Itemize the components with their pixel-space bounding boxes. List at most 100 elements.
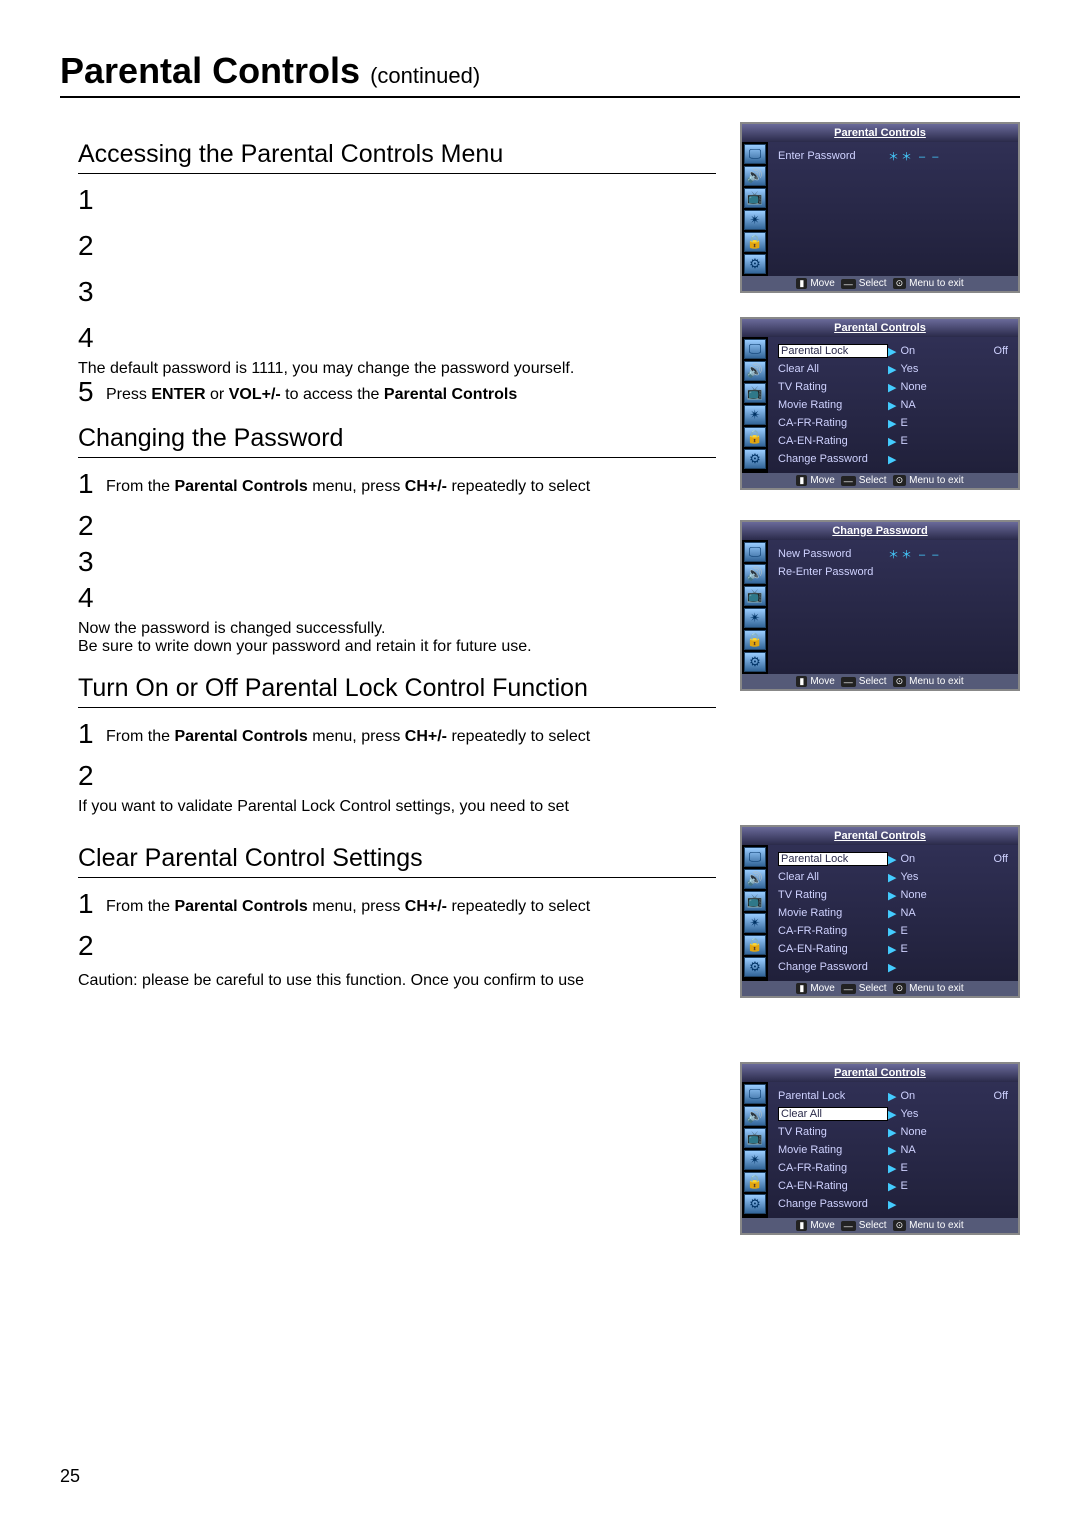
osd-row: Movie Rating▶NA — [778, 905, 1008, 921]
t: Parental Controls — [174, 478, 307, 495]
step-num: 2 — [78, 762, 106, 790]
step-note: The default password is 1111, you may ch… — [78, 360, 716, 378]
osd-icon: 📺 — [744, 188, 766, 208]
osd-icon: 🔊 — [744, 1106, 766, 1126]
step-text: From the Parental Controls menu, press C… — [106, 470, 716, 498]
osd-value: E — [900, 925, 1008, 937]
osd-icon: ⚙ — [744, 957, 766, 977]
t: CH+/- — [405, 898, 447, 915]
osd-icon: ⚙ — [744, 652, 766, 672]
osd-value: Yes — [900, 871, 1008, 883]
f: Select — [859, 278, 887, 289]
osd-row: Movie Rating▶NA — [778, 397, 1008, 413]
t: to access the — [281, 386, 384, 403]
osd-label: Re-Enter Password — [778, 566, 888, 578]
osd-icon: ✴ — [744, 608, 766, 628]
arrow-icon: ▶ — [888, 1180, 896, 1193]
f: Select — [859, 983, 887, 994]
osd-change-password: Change Password 🖵🔊📺✴🔒⚙ New Password ＊＊ –… — [740, 520, 1020, 691]
t: menu, press — [308, 728, 405, 745]
osd-label: CA-EN-Rating — [778, 435, 888, 447]
clear-steps: 1 From the Parental Controls menu, press… — [78, 890, 716, 990]
t: repeatedly to select — [447, 728, 590, 745]
step-num: 4 — [78, 584, 106, 612]
step-text — [106, 932, 716, 938]
access-steps: 1 2 3 4 The default password is 1111, yo… — [78, 186, 716, 406]
osd-icon: 📺 — [744, 383, 766, 403]
arrow-icon: ▶ — [888, 381, 896, 394]
osd-row: TV Rating▶None — [778, 887, 1008, 903]
osd-icon: 🔊 — [744, 361, 766, 381]
osd-right: Off — [994, 1090, 1008, 1102]
osd-value: ＊＊ – – — [888, 546, 1008, 562]
f: Menu to exit — [909, 1220, 963, 1231]
arrow-icon: ▶ — [888, 925, 896, 938]
osd-value: Yes — [900, 1108, 1008, 1120]
osd-row: Parental Lock▶OnOff — [778, 343, 1008, 359]
t: From the — [106, 728, 174, 745]
osd-value: Yes — [900, 363, 1008, 375]
arrow-icon: ▶ — [888, 1108, 896, 1121]
osd-row: CA-EN-Rating▶E — [778, 1178, 1008, 1194]
f: Menu to exit — [909, 983, 963, 994]
osd-icon: 🔊 — [744, 564, 766, 584]
osd-row: Change Password▶ — [778, 1196, 1008, 1212]
osd-title: Parental Controls — [742, 1064, 1018, 1082]
caution-label: Caution: — [78, 972, 138, 989]
arrow-icon: ▶ — [888, 1144, 896, 1157]
osd-icon: ✴ — [744, 210, 766, 230]
t: Parental Controls — [174, 898, 307, 915]
osd-icon: ✴ — [744, 405, 766, 425]
f: Move — [810, 983, 834, 994]
step-text — [106, 186, 716, 192]
osd-label: Parental Lock — [778, 1090, 888, 1102]
osd-label: Movie Rating — [778, 399, 888, 411]
f: Move — [810, 278, 834, 289]
osd-icon-strip: 🖵🔊📺✴🔒⚙ — [742, 1082, 768, 1218]
step-text — [106, 324, 716, 330]
osd-label: New Password — [778, 548, 888, 560]
osd-footer: ▮Move —Select ⊙Menu to exit — [742, 473, 1018, 488]
step-num: 1 — [78, 470, 106, 498]
osd-icon: 🔊 — [744, 869, 766, 889]
osd-icon: ⚙ — [744, 1194, 766, 1214]
t: From the — [106, 478, 174, 495]
page-title: Parental Controls (continued) — [60, 50, 1020, 98]
osd-value: None — [900, 1126, 1008, 1138]
osd-footer: ▮Move —Select ⊙Menu to exit — [742, 981, 1018, 996]
osd-icon: 🔒 — [744, 427, 766, 447]
section-heading-changepw: Changing the Password — [78, 424, 716, 458]
osd-row: Movie Rating▶NA — [778, 1142, 1008, 1158]
osd-icon: 🖵 — [744, 1084, 766, 1104]
osd-row: Change Password▶ — [778, 451, 1008, 467]
osd-title: Parental Controls — [742, 319, 1018, 337]
arrow-icon: ▶ — [888, 961, 896, 974]
osd-icon: 🖵 — [744, 542, 766, 562]
osd-enter-password: Parental Controls 🖵 🔊 📺 ✴ 🔒 ⚙ Enter Pass… — [740, 122, 1020, 293]
osd-icon-strip: 🖵 🔊 📺 ✴ 🔒 ⚙ — [742, 142, 768, 276]
t: Press — [106, 386, 151, 403]
t: repeatedly to select — [447, 478, 590, 495]
osd-title: Parental Controls — [742, 124, 1018, 142]
osd-icon: 🖵 — [744, 847, 766, 867]
arrow-icon: ▶ — [888, 1198, 896, 1211]
osd-row: CA-EN-Rating▶E — [778, 941, 1008, 957]
step-text — [106, 584, 716, 590]
step-num: 2 — [78, 932, 106, 960]
osd-label: Clear All — [778, 363, 888, 375]
step-note: Be sure to write down your password and … — [78, 638, 716, 656]
arrow-icon: ▶ — [888, 453, 896, 466]
osd-label: Change Password — [778, 1198, 888, 1210]
step-text: Press ENTER or VOL+/- to access the Pare… — [106, 378, 716, 406]
osd-label: Movie Rating — [778, 907, 888, 919]
t: CH+/- — [405, 728, 447, 745]
osd-value: None — [900, 381, 1008, 393]
osd-label: Movie Rating — [778, 1144, 888, 1156]
step-text — [106, 512, 716, 518]
f: Select — [859, 676, 887, 687]
f: Menu to exit — [909, 676, 963, 687]
osd-label: CA-EN-Rating — [778, 1180, 888, 1192]
arrow-icon: ▶ — [888, 853, 896, 866]
f: Select — [859, 475, 887, 486]
osd-parental-menu: Parental Controls 🖵🔊📺✴🔒⚙ Parental Lock▶O… — [740, 317, 1020, 490]
